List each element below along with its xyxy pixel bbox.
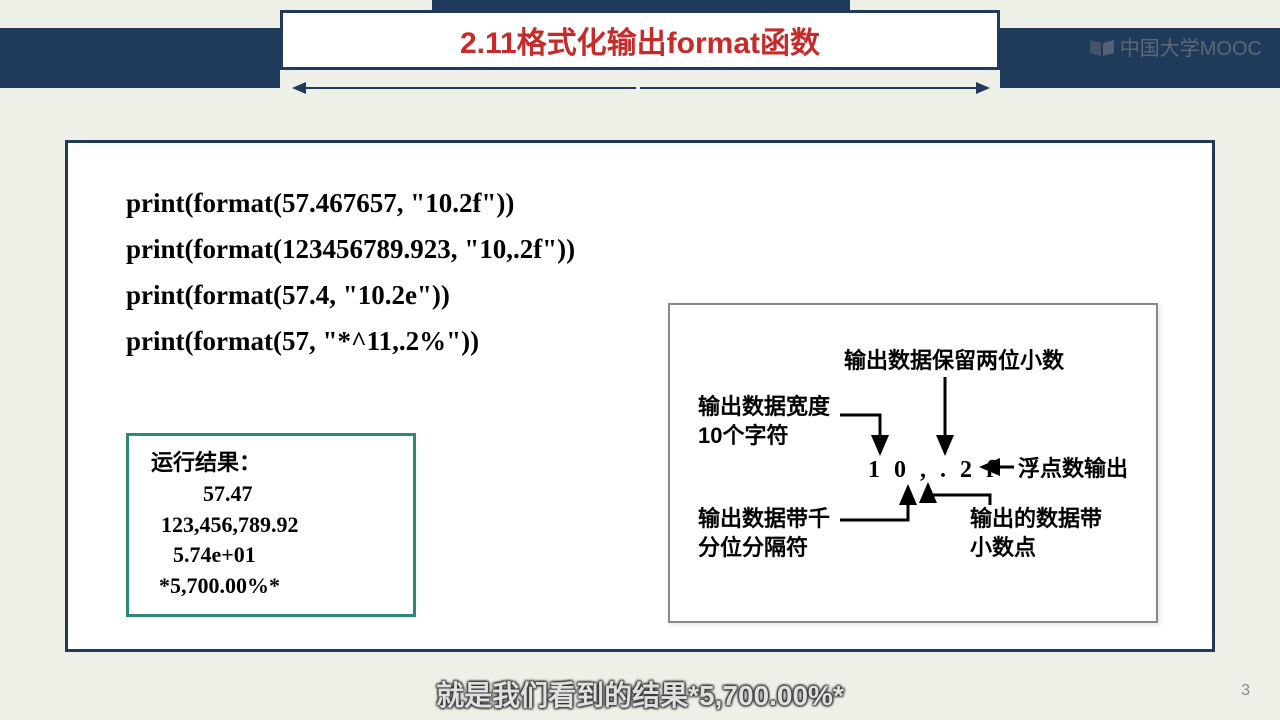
format-spec: 1 0 , . 2 f	[868, 457, 998, 484]
result-box: 运行结果： 57.47 123,456,789.92 5.74e+01 *5,7…	[126, 433, 416, 617]
diagram-label-width: 输出数据宽度 10个字符	[698, 393, 830, 450]
code-line: print(format(123456789.923, "10,.2f"))	[126, 227, 1154, 273]
slide-title: 2.11格式化输出format函数	[460, 18, 820, 62]
arrow-head-right-icon	[976, 82, 990, 94]
content-box: print(format(57.467657, "10.2f")) print(…	[65, 140, 1215, 652]
diagram-label-float: 浮点数输出	[1018, 455, 1128, 484]
title-box: 2.11格式化输出format函数	[280, 10, 1000, 70]
video-subtitle: 就是我们看到的结果*5,700.00%*	[0, 674, 1280, 714]
format-diagram: 1 0 , . 2 f 输出数据保留两位小数 输出数据宽度 10个字符 浮点数输…	[668, 303, 1158, 623]
title-accent	[432, 0, 850, 10]
arrow-line-left	[300, 87, 636, 89]
book-icon	[1088, 37, 1116, 57]
arrow-line-right	[640, 87, 978, 89]
page-number: 3	[1241, 682, 1250, 700]
header-bar-left	[0, 28, 280, 88]
result-line: 5.74e+01	[151, 540, 391, 571]
diagram-label-thousand: 输出数据带千 分位分隔符	[698, 505, 830, 562]
result-line: 123,456,789.92	[151, 510, 391, 541]
arrow-head-left-icon	[292, 82, 306, 94]
diagram-label-decimal: 输出的数据带 小数点	[970, 505, 1102, 562]
result-heading: 运行结果：	[151, 448, 391, 479]
diagram-label-top: 输出数据保留两位小数	[844, 347, 1064, 376]
code-line: print(format(57.467657, "10.2f"))	[126, 181, 1154, 227]
watermark: 中国大学MOOC	[1088, 32, 1262, 61]
result-line: *5,700.00%*	[151, 571, 391, 602]
result-line: 57.47	[151, 479, 391, 510]
watermark-text: 中国大学MOOC	[1120, 32, 1262, 61]
